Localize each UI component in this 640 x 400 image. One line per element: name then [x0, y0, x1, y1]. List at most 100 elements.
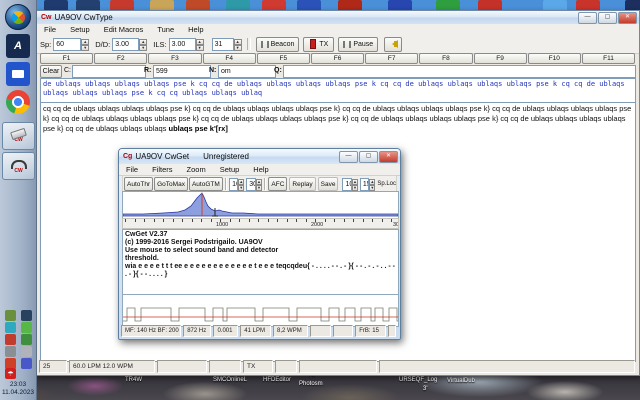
qth-input[interactable] — [283, 65, 636, 78]
macro-key-f4[interactable]: F4 — [203, 53, 256, 64]
close-button[interactable]: ✕ — [379, 151, 398, 163]
dashdot-input[interactable]: 3.00 — [112, 38, 139, 51]
taskbar-cwtype-button[interactable]: CW — [2, 122, 35, 150]
minimize-button[interactable]: — — [339, 151, 358, 163]
desktop-icon-label[interactable]: 3' — [423, 386, 427, 392]
taskbar-cwget-button[interactable]: CW — [2, 152, 35, 180]
beacon-button[interactable]: Beacon — [256, 37, 300, 52]
cwget-menu-help[interactable]: Help — [246, 165, 275, 174]
speed-input[interactable]: 60 — [53, 38, 81, 51]
close-button[interactable]: ✕ — [618, 12, 637, 24]
macro-key-f9[interactable]: F9 — [474, 53, 527, 64]
macro-key-f2[interactable]: F2 — [94, 53, 147, 64]
desktop-icon-label[interactable]: VirtualDub — [447, 378, 475, 384]
cwget-menu-zoom[interactable]: Zoom — [180, 165, 213, 174]
autogtm-button[interactable]: AutoGTM — [189, 177, 223, 191]
cwtype-titlebar[interactable]: Cw UA9OV CwType — ▢ ✕ — [37, 11, 639, 25]
afc-button[interactable]: AFC — [268, 177, 287, 191]
shortcut-icon-4[interactable] — [150, 0, 174, 10]
shortcut-icon-2[interactable] — [76, 0, 100, 10]
spectrum-display[interactable] — [122, 191, 399, 219]
shortcut-icon-9[interactable] — [338, 0, 362, 10]
tray-icon-1[interactable] — [5, 310, 16, 321]
cwtype-menu-help[interactable]: Help — [181, 25, 210, 34]
macro-key-f7[interactable]: F7 — [365, 53, 418, 64]
max-speed-input[interactable]: 150 — [360, 178, 369, 191]
shortcut-icon-1[interactable] — [44, 0, 68, 10]
tray-icon-4[interactable] — [21, 322, 32, 333]
macro-key-f1[interactable]: F1 — [40, 53, 93, 64]
shortcut-icon-11[interactable] — [436, 0, 460, 10]
decoded-text-window[interactable]: CwGet V2.37(c) 1999-2016 Sergei Podstrig… — [122, 229, 399, 295]
save-floppy-icon[interactable] — [6, 62, 30, 86]
desktop-icon-label[interactable]: URSEQF_Log — [399, 377, 437, 383]
shortcut-icon-6[interactable] — [226, 0, 250, 10]
shortcut-icon-13[interactable] — [543, 0, 567, 10]
max-speed-spinner[interactable]: ▲▼ — [369, 179, 375, 190]
cwtype-menu-edit-macros[interactable]: Edit Macros — [97, 25, 151, 34]
maximize-button[interactable]: ▢ — [359, 151, 378, 163]
ils-input[interactable]: 3.00 — [169, 38, 196, 51]
shortcut-icon-8[interactable] — [297, 0, 321, 10]
cwget-titlebar[interactable]: Cg UA9OV CwGet Unregistered — ▢ ✕ — [119, 149, 400, 165]
shortcut-icon-10[interactable] — [388, 0, 412, 10]
band-input[interactable]: 300 — [246, 178, 256, 191]
tray-icon-3[interactable] — [5, 322, 16, 333]
cwtype-menu-tune[interactable]: Tune — [150, 25, 181, 34]
autothr-button[interactable]: AutoThr — [124, 177, 153, 191]
rst-input[interactable]: 599 — [153, 65, 211, 78]
tx-button[interactable]: TX — [303, 37, 334, 52]
taskbar-app-a-icon[interactable]: A — [6, 34, 30, 58]
desktop-icon-label[interactable]: SMCOnlineL — [213, 377, 247, 383]
save-button[interactable]: Save — [318, 177, 339, 191]
ws-spinner[interactable]: ▲▼ — [234, 39, 242, 50]
desktop-icon-label[interactable]: HFDEditor — [263, 377, 291, 383]
ils-spinner[interactable]: ▲▼ — [196, 39, 204, 50]
shortcut-icon-15[interactable] — [625, 0, 640, 10]
chrome-icon[interactable] — [6, 90, 30, 114]
dashdot-spinner[interactable]: ▲▼ — [139, 39, 147, 50]
cwget-menu-filters[interactable]: Filters — [145, 165, 179, 174]
clear-button[interactable]: Clear — [40, 65, 62, 78]
signal-oscillogram[interactable] — [122, 294, 399, 327]
cwtype-rx-window[interactable]: de ublaqs ublaqs ublaqs ublaqs pse k cq … — [40, 78, 636, 104]
macro-key-f8[interactable]: F8 — [419, 53, 472, 64]
tray-icon-7[interactable] — [5, 346, 16, 357]
shortcut-icon-14[interactable] — [576, 0, 600, 10]
cwtype-menu-setup[interactable]: Setup — [63, 25, 97, 34]
tray-icon-5[interactable] — [5, 334, 16, 345]
threshold-input[interactable]: 10 — [229, 178, 238, 191]
desktop-icon-label[interactable]: TR4W — [125, 377, 142, 383]
tray-icon-2[interactable] — [21, 310, 32, 321]
macro-key-f3[interactable]: F3 — [148, 53, 201, 64]
tray-icon-6[interactable] — [21, 334, 32, 345]
min-speed-input[interactable]: 100 — [342, 178, 351, 191]
macro-key-f5[interactable]: F5 — [257, 53, 310, 64]
gotomax-button[interactable]: GoToMax — [154, 177, 188, 191]
call-input[interactable] — [72, 65, 146, 78]
min-speed-spinner[interactable]: ▲▼ — [352, 179, 358, 190]
band-spinner[interactable]: ▲▼ — [256, 179, 262, 190]
tray-icon-10[interactable] — [21, 358, 32, 369]
speed-spinner[interactable]: ▲▼ — [81, 39, 89, 50]
name-input[interactable]: om — [218, 65, 276, 78]
avira-umbrella-icon[interactable]: ☂ — [5, 368, 16, 379]
frequency-ruler[interactable]: 10002000300 — [122, 218, 399, 229]
sound-button[interactable] — [384, 37, 402, 52]
threshold-spinner[interactable]: ▲▼ — [238, 179, 244, 190]
cwtype-menu-file[interactable]: File — [37, 25, 63, 34]
pause-button[interactable]: Pause — [338, 37, 378, 52]
maximize-button[interactable]: ▢ — [598, 12, 617, 24]
shortcut-icon-12[interactable] — [478, 0, 502, 10]
shortcut-icon-7[interactable] — [262, 0, 286, 10]
macro-key-f6[interactable]: F6 — [311, 53, 364, 64]
tray-icon-8[interactable] — [21, 346, 32, 357]
macro-key-f11[interactable]: F11 — [582, 53, 635, 64]
desktop-icon-label[interactable]: Photosm — [299, 381, 323, 387]
ws-input[interactable]: 31 — [212, 38, 234, 51]
start-button[interactable] — [5, 4, 31, 30]
cwget-menu-file[interactable]: File — [119, 165, 145, 174]
minimize-button[interactable]: — — [578, 12, 597, 24]
cwget-menu-setup[interactable]: Setup — [213, 165, 247, 174]
replay-button[interactable]: Replay — [289, 177, 315, 191]
